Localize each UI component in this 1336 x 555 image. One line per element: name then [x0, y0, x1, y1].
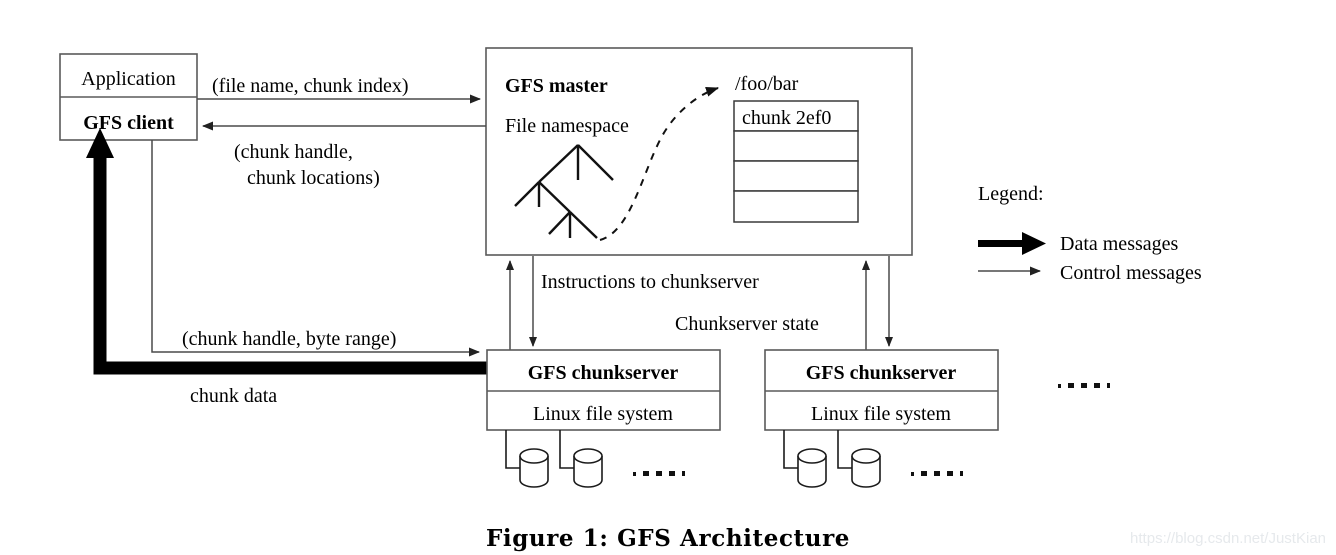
chunk-table-row: [733, 190, 859, 223]
chunk-data-label: chunk data: [190, 385, 277, 407]
data-request-label: (chunk handle, byte range): [182, 328, 396, 350]
thick-arrow-icon: [978, 232, 1046, 255]
file-namespace-label: File namespace: [505, 115, 629, 137]
disk-connector: [837, 430, 852, 469]
chunkserver-2: GFS chunkserver Linux file system: [764, 349, 999, 488]
legend-label-control-messages: Control messages: [1060, 262, 1202, 284]
disk-connector: [505, 430, 520, 469]
application-label: Application: [81, 68, 175, 90]
reply-label-line1: (chunk handle,: [234, 141, 353, 163]
disk-connector: [559, 430, 574, 469]
chunk-table-cell-0: chunk 2ef0: [742, 107, 831, 129]
disk-icon-top: [573, 448, 603, 464]
file-path-label: /foo/bar: [735, 73, 799, 95]
legend-item-control-messages: Control messages: [978, 262, 1202, 284]
figure-caption: Figure 1: GFS Architecture: [486, 525, 850, 552]
legend-title: Legend:: [978, 183, 1044, 205]
chunkserver-1-title: GFS chunkserver: [528, 362, 679, 384]
chunkserver-state-label: Chunkserver state: [675, 313, 819, 335]
chunkserver-1-disks: [505, 430, 603, 488]
legend-item-data-messages: Data messages: [978, 232, 1179, 255]
chunkserver-2-disks: [783, 430, 881, 488]
chunkserver-1-more-disks: [633, 471, 685, 476]
chunk-table: chunk 2ef0: [733, 100, 859, 223]
instructions-label: Instructions to chunkserver: [541, 271, 759, 293]
gfs-architecture-figure: Application GFS client GFS master File n…: [0, 0, 1336, 555]
chunk-table-row: [733, 160, 859, 192]
diagram-canvas: Application GFS client GFS master File n…: [59, 47, 1202, 552]
client-master-edges: (file name, chunk index) (chunk handle, …: [197, 75, 486, 189]
request-label: (file name, chunk index): [212, 75, 409, 97]
more-chunkservers-ellipsis: [1058, 383, 1110, 388]
chunkserver-2-filesystem-label: Linux file system: [811, 403, 951, 425]
chunk-table-row: [733, 130, 859, 162]
gfs-master-box: GFS master File namespace /foo/bar chunk…: [485, 47, 913, 256]
gfs-client-label: GFS client: [83, 112, 174, 134]
disk-icon-top: [851, 448, 881, 464]
legend-label-data-messages: Data messages: [1060, 233, 1179, 255]
reply-label-line2: chunk locations): [247, 167, 380, 189]
disk-icon-top: [519, 448, 549, 464]
chunkserver-1-filesystem-label: Linux file system: [533, 403, 673, 425]
chunkserver-2-more-disks: [911, 471, 963, 476]
disk-connector: [783, 430, 798, 469]
master-chunkserver1-edges: Instructions to chunkserver: [506, 256, 759, 350]
chunkserver-1: GFS chunkserver Linux file system: [486, 349, 721, 488]
master-title: GFS master: [505, 75, 608, 97]
client-stack: Application GFS client: [59, 53, 198, 141]
disk-icon-top: [797, 448, 827, 464]
legend: Legend: Data messages Control messages: [978, 183, 1202, 284]
watermark-text: https://blog.csdn.net/JustKian: [1130, 530, 1326, 547]
chunkserver-2-title: GFS chunkserver: [806, 362, 957, 384]
